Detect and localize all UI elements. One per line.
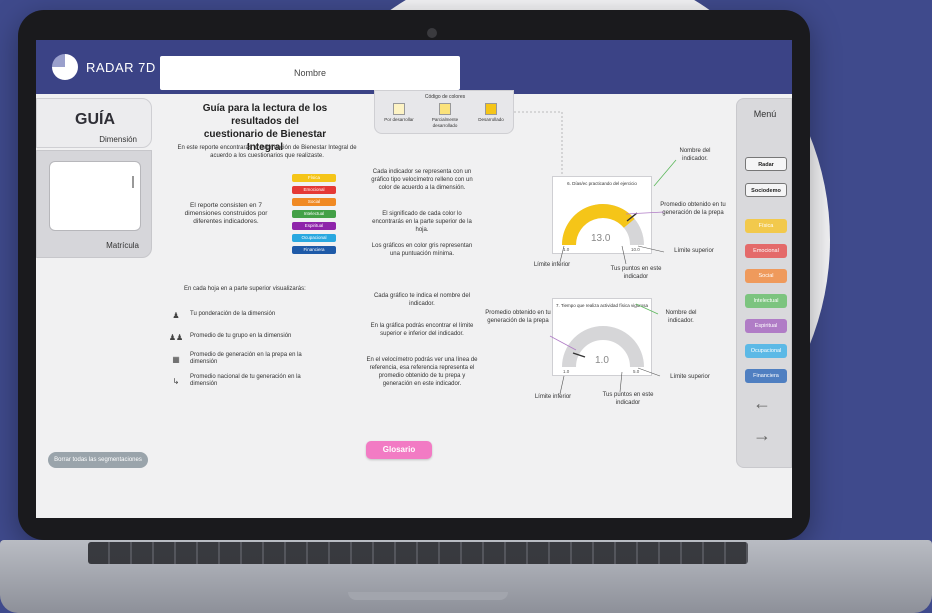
arrow-left-icon[interactable]: ← <box>753 393 771 414</box>
color-code-title: Código de colores <box>424 94 466 100</box>
guia-tab: GUÍA Dimensión <box>36 98 152 148</box>
laptop-notch <box>348 592 508 600</box>
doc-name-text: Cada gráfico te indica el nombre del ind… <box>373 293 471 307</box>
color-code-label: Parcialmente desarrollado <box>431 117 459 128</box>
radar-logo-icon <box>52 54 78 80</box>
legend-text: Tu ponderación de la dimensión <box>190 311 276 318</box>
menu-fisica-button[interactable]: Física <box>745 219 787 233</box>
arrow-right-icon[interactable]: → <box>753 425 771 446</box>
radar-button[interactable]: Radar <box>745 157 787 171</box>
doc-each-sheet: En cada hoja en a parte superior visuali… <box>184 286 306 292</box>
color-code-item: Desarrollado <box>471 103 511 123</box>
camera-dot <box>427 28 437 38</box>
menu-espiritual-button[interactable]: Espiritual <box>745 319 787 333</box>
scrollbar[interactable] <box>132 176 134 188</box>
building-icon: ▦ <box>172 354 180 364</box>
doc-intro: En este reporte encontrarás tu informaci… <box>177 145 357 159</box>
anno-lines-1 <box>559 159 677 265</box>
legend-text: Promedio de tu grupo en la dimensión <box>190 333 292 340</box>
pill-espiritual: Espiritual <box>292 222 336 230</box>
group-icon: ♟♟ <box>168 332 184 342</box>
sociodemo-button[interactable]: Sociodemo <box>745 183 787 197</box>
pill-fisica: Física <box>292 174 336 182</box>
name-field[interactable]: Nombre <box>160 56 460 90</box>
legend-item: ▦ Promedio de generación en la prepa en … <box>166 350 346 368</box>
doc-meaning-text: El significado de cada color lo encontra… <box>372 211 472 233</box>
menu-title: Menú <box>753 109 777 119</box>
color-code-label: Desarrollado <box>478 117 504 122</box>
right-menu: Menú Radar Sociodemo Física Emocional So… <box>736 98 792 468</box>
doc-limits-text: En la gráfica podrás encontrar el límite… <box>370 323 474 337</box>
dimension-label: Dimensión <box>99 135 137 144</box>
person-icon: ♟ <box>172 310 180 320</box>
color-code-item: Por desarrollar <box>379 103 419 123</box>
doc-gray-text: Los gráficos en color gris representan u… <box>371 243 473 257</box>
doc-report-text: El reporte consisten en 7 dimensiones co… <box>184 202 268 225</box>
menu-social-button[interactable]: Social <box>745 269 787 283</box>
menu-financiera-button[interactable]: Financiera <box>745 369 787 383</box>
brand-name: RADAR 7D <box>86 60 156 75</box>
pill-intelectual: Intelectual <box>292 210 336 218</box>
matricula-label: Matrícula <box>106 241 139 250</box>
menu-emocional-button[interactable]: Emocional <box>745 244 787 258</box>
legend-item: ♟ Tu ponderación de la dimensión <box>166 306 346 324</box>
color-code-item: Parcialmente desarrollado <box>425 103 465 128</box>
color-code-box: Código de colores Por desarrollar Parcia… <box>374 90 514 134</box>
top-header: RADAR 7D Nombre <box>36 40 792 94</box>
anno-lines-2 <box>549 303 661 395</box>
legend-item: ♟♟ Promedio de tu grupo en la dimensión <box>166 328 346 346</box>
pill-ocupacional: Ocupacional <box>292 234 336 242</box>
trend-icon: ↳ <box>172 376 180 386</box>
matricula-panel: Matrícula <box>36 150 152 258</box>
color-swatch <box>485 103 497 115</box>
matricula-slicer[interactable] <box>49 161 141 231</box>
color-swatch <box>439 103 451 115</box>
app-screen: RADAR 7D Nombre GUÍA Dimensión Matrícula… <box>36 40 792 518</box>
legend-text: Promedio nacional de tu generación en la… <box>190 373 301 388</box>
clear-segmentations-button[interactable]: Borrar todas las segmentaciones <box>48 452 148 468</box>
doc-title-line1: Guía para la lectura de los resultados d… <box>202 103 328 127</box>
doc-indicator-text: Cada indicador se representa con un gráf… <box>371 169 473 191</box>
pill-social: Social <box>292 198 336 206</box>
legend-list: ♟ Tu ponderación de la dimensión ♟♟ Prom… <box>166 306 346 394</box>
menu-ocupacional-button[interactable]: Ocupacional <box>745 344 787 358</box>
legend-item: ↳ Promedio nacional de tu generación en … <box>166 372 346 390</box>
glosario-button[interactable]: Glosario <box>366 441 432 459</box>
guia-title: GUÍA <box>75 111 115 128</box>
color-swatch <box>393 103 405 115</box>
laptop-keyboard <box>88 542 748 564</box>
legend-text: Promedio de generación en la prepa en la… <box>190 351 302 366</box>
color-code-label: Por desarrollar <box>384 117 414 122</box>
dimension-pills: Física Emocional Social Intelectual Espi… <box>292 174 336 258</box>
menu-intelectual-button[interactable]: Intelectual <box>745 294 787 308</box>
doc-reference-text: En el velocímetro podrás ver una línea d… <box>366 357 478 387</box>
pill-financiera: Financiera <box>292 246 336 254</box>
pill-emocional: Emocional <box>292 186 336 194</box>
